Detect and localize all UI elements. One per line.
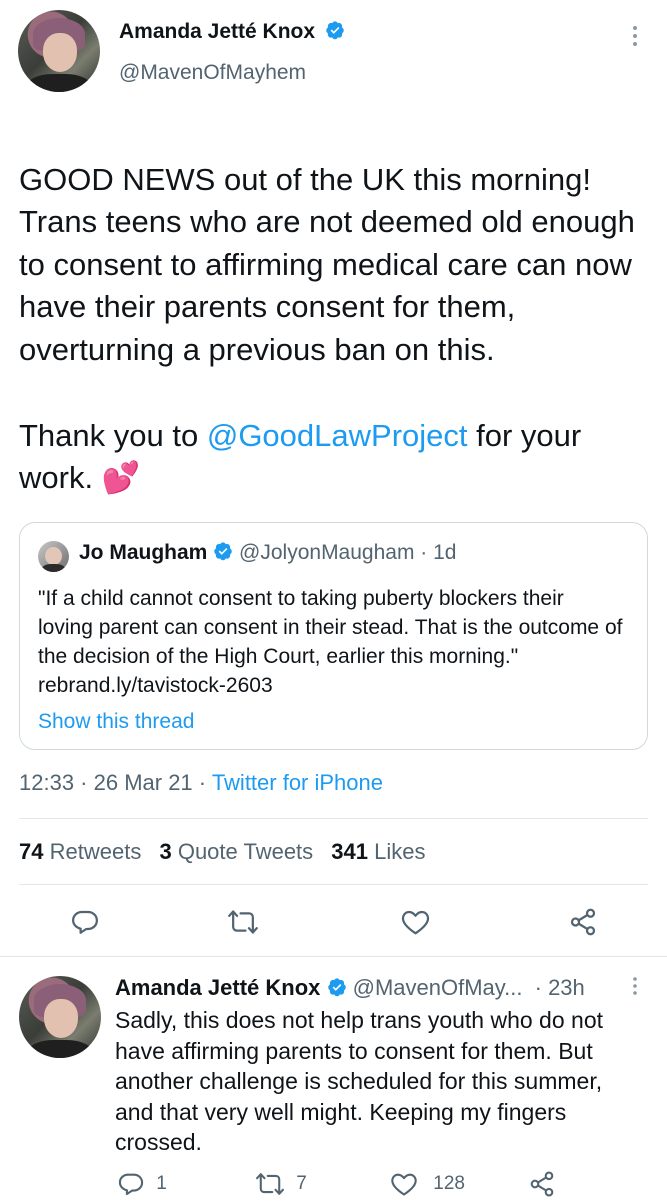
- tweet-meta-row: 12:33 · 26 Mar 21 · Twitter for iPhone: [19, 770, 383, 796]
- more-options-icon[interactable]: [628, 976, 642, 1003]
- reply-text: Sadly, this does not help trans youth wh…: [115, 1007, 603, 1155]
- quoted-author-row: Jo Maugham @JolyonMaugham · 1d: [79, 541, 456, 565]
- quotes-count: 3: [159, 839, 172, 864]
- retweet-icon: [256, 1173, 284, 1195]
- show-this-thread-link[interactable]: Show this thread: [38, 710, 194, 734]
- likes-label: Likes: [374, 839, 426, 864]
- retweet-icon[interactable]: [227, 907, 259, 937]
- quoted-tweet-text: "If a child cannot consent to taking pub…: [38, 587, 623, 697]
- reply-author-row: Amanda Jetté Knox @MavenOfMay... · 23h: [115, 975, 585, 1001]
- author-avatar[interactable]: [18, 10, 100, 92]
- reply-icon: [118, 1173, 144, 1196]
- verified-badge-icon: [214, 542, 232, 561]
- like-icon: [391, 1173, 417, 1196]
- retweets-stat[interactable]: 74 Retweets: [19, 839, 141, 864]
- quotes-label: Quote Tweets: [177, 839, 314, 864]
- share-icon[interactable]: [568, 907, 598, 937]
- tweet-body: GOOD NEWS out of the UK this morning! Tr…: [19, 116, 649, 371]
- verified-badge-icon: [326, 21, 344, 40]
- verified-badge-icon: [327, 978, 346, 997]
- tweet-source-link[interactable]: Twitter for iPhone: [212, 770, 383, 795]
- divider: [19, 884, 648, 885]
- reply-count: 1: [156, 1173, 167, 1194]
- reply-icon[interactable]: [70, 907, 100, 937]
- author-handle[interactable]: @MavenOfMayhem: [119, 61, 306, 85]
- quoted-author-name[interactable]: Jo Maugham: [79, 541, 207, 564]
- quote-tweets-stat[interactable]: 3 Quote Tweets: [159, 839, 313, 864]
- quoted-tweet-card[interactable]: Jo Maugham @JolyonMaugham · 1d "If a chi…: [19, 522, 648, 750]
- reply-author-avatar[interactable]: [19, 976, 101, 1058]
- author-name-row[interactable]: Amanda Jetté Knox: [119, 20, 345, 48]
- retweets-count: 74: [19, 839, 44, 864]
- quoted-tweet-age: · 1d: [420, 541, 457, 564]
- share-icon[interactable]: [528, 1170, 556, 1203]
- reply-action-reply[interactable]: 1: [117, 1170, 167, 1198]
- likes-count: 341: [331, 839, 369, 864]
- reply-age: · 23h: [534, 975, 585, 1000]
- retweets-label: Retweets: [49, 839, 142, 864]
- author-name[interactable]: Amanda Jetté Knox: [119, 20, 315, 43]
- more-options-icon[interactable]: [626, 24, 644, 55]
- divider: [0, 956, 667, 957]
- like-count: 128: [433, 1173, 465, 1194]
- tweet-body-thanks: Thank you to @GoodLawProject for your: [19, 415, 649, 458]
- quoted-author-handle[interactable]: @JolyonMaugham: [239, 541, 414, 564]
- tweet-last-word: work.: [19, 460, 94, 495]
- tweet-body-paragraph-1: GOOD NEWS out of the UK this morning! Tr…: [19, 161, 635, 367]
- tweet-thanks-prefix: Thank you to: [19, 418, 207, 453]
- two-hearts-emoji: 💕: [101, 460, 141, 496]
- reply-author-name[interactable]: Amanda Jetté Knox: [115, 975, 320, 1000]
- retweet-count: 7: [296, 1173, 307, 1194]
- tweet-timestamp: 12:33 · 26 Mar 21 ·: [19, 770, 212, 795]
- mention-link[interactable]: @GoodLawProject: [207, 418, 468, 453]
- reply-action-retweet[interactable]: 7: [255, 1170, 307, 1198]
- tweet-body-last-line: work. 💕: [19, 457, 140, 500]
- divider: [19, 818, 648, 819]
- tweet-thanks-suffix: for your: [467, 418, 582, 453]
- likes-stat[interactable]: 341 Likes: [331, 839, 425, 864]
- reply-author-handle[interactable]: @MavenOfMay...: [353, 975, 523, 1000]
- like-icon[interactable]: [400, 907, 431, 937]
- quoted-author-avatar[interactable]: [38, 541, 69, 572]
- reply-action-like[interactable]: 128: [390, 1170, 465, 1198]
- engagement-stats: 74 Retweets 3 Quote Tweets 341 Likes: [19, 839, 426, 865]
